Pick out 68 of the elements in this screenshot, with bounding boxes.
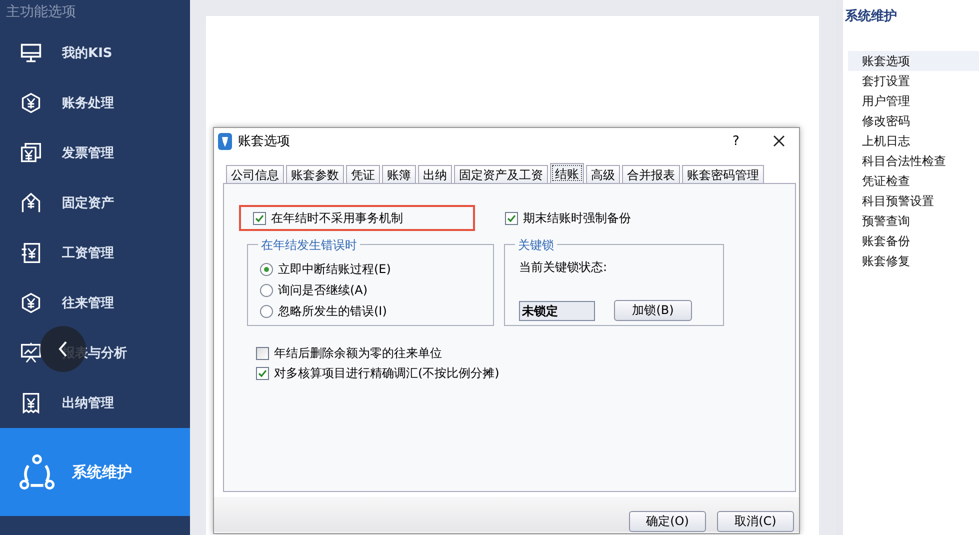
checkbox-label: 期末结账时强制备份 bbox=[523, 210, 631, 226]
radio-label: 询问是否继续(A) bbox=[278, 282, 368, 299]
menu-item[interactable]: 修改密码 bbox=[848, 111, 979, 131]
yen-house-icon bbox=[20, 192, 42, 214]
tab[interactable]: 合并报表 bbox=[622, 165, 680, 183]
group-title: 关键锁 bbox=[515, 237, 557, 254]
chart-board-icon bbox=[20, 342, 42, 364]
tab[interactable]: 公司信息 bbox=[226, 165, 284, 183]
status-field: 未锁定 bbox=[519, 300, 595, 320]
tab[interactable]: 高级 bbox=[586, 165, 620, 183]
close-icon bbox=[773, 135, 785, 147]
tab[interactable]: 账簿 bbox=[382, 165, 416, 183]
lock-button[interactable]: 加锁(B) bbox=[614, 300, 692, 321]
dialog-button[interactable]: 取消(C) bbox=[717, 511, 794, 532]
app-icon bbox=[218, 132, 232, 150]
check-icon bbox=[507, 214, 516, 222]
sidebar-item[interactable]: 系统维护 bbox=[0, 428, 190, 516]
radio-button[interactable] bbox=[260, 305, 273, 318]
yen-hexagon-icon bbox=[20, 92, 42, 114]
status-label: 当前关键锁状态: bbox=[519, 259, 608, 276]
menu-item[interactable]: 账套修复 bbox=[848, 251, 979, 271]
menu-item[interactable]: 上机日志 bbox=[848, 131, 979, 151]
menu-item[interactable]: 套打设置 bbox=[848, 71, 979, 91]
check-icon bbox=[258, 368, 267, 378]
radio-button[interactable] bbox=[260, 263, 273, 276]
yen-hexagon-icon bbox=[20, 292, 42, 314]
radio-button[interactable] bbox=[260, 284, 273, 297]
sidebar-item[interactable]: 出纳管理 bbox=[0, 378, 190, 428]
checkbox-label: 在年结时不采用事务机制 bbox=[271, 210, 403, 226]
menu-title: 系统维护 bbox=[844, 8, 898, 26]
tab[interactable]: 出纳 bbox=[418, 165, 452, 183]
checkbox-label: 年结后删除余额为零的往来单位 bbox=[274, 344, 442, 362]
menu-item[interactable]: 科目预警设置 bbox=[848, 191, 979, 211]
menu-item[interactable]: 账套备份 bbox=[848, 231, 979, 251]
radio-label: 立即中断结账过程(E) bbox=[278, 261, 391, 278]
checkbox[interactable] bbox=[256, 366, 269, 380]
tab[interactable]: 结账 bbox=[550, 163, 584, 183]
monitor-icon bbox=[20, 42, 42, 64]
help-button[interactable]: ? bbox=[719, 134, 753, 148]
group-title: 在年结发生错误时 bbox=[258, 237, 360, 254]
tab[interactable]: 固定资产及工资 bbox=[454, 165, 548, 183]
checkbox[interactable] bbox=[256, 346, 269, 360]
menu-item[interactable]: 账套选项 bbox=[848, 51, 979, 71]
checkbox[interactable] bbox=[253, 212, 266, 224]
yen-receipt-icon bbox=[20, 392, 42, 414]
yen-document-icon bbox=[20, 142, 42, 164]
yen-sheet-icon bbox=[20, 242, 42, 264]
tab[interactable]: 账套密码管理 bbox=[682, 165, 764, 183]
radio-label: 忽略所发生的错误(I) bbox=[278, 303, 387, 320]
dialog-title: 账套选项 bbox=[238, 133, 291, 150]
check-icon bbox=[255, 214, 264, 222]
sidebar-item[interactable]: 我的KIS bbox=[0, 28, 190, 78]
menu-item[interactable]: 科目合法性检查 bbox=[848, 151, 979, 171]
sidebar-item[interactable]: 发票管理 bbox=[0, 128, 190, 178]
tab[interactable]: 账套参数 bbox=[286, 165, 344, 183]
checkbox-label: 对多核算项目进行精确调汇(不按比例分摊) bbox=[274, 364, 500, 382]
sidebar-item[interactable]: 往来管理 bbox=[0, 278, 190, 328]
menu-item[interactable]: 预警查询 bbox=[848, 211, 979, 231]
sidebar-item[interactable]: 账务处理 bbox=[0, 78, 190, 128]
menu-item[interactable]: 用户管理 bbox=[848, 91, 979, 111]
checkbox[interactable] bbox=[505, 212, 518, 224]
network-icon bbox=[18, 453, 56, 491]
tab[interactable]: 凭证 bbox=[346, 165, 380, 183]
sidebar-header: 主功能选项 bbox=[5, 3, 77, 22]
menu-item[interactable]: 凭证检查 bbox=[848, 171, 979, 191]
sidebar-item[interactable]: 固定资产 bbox=[0, 178, 190, 228]
sidebar-item[interactable]: 工资管理 bbox=[0, 228, 190, 278]
dialog-button[interactable]: 确定(O) bbox=[629, 511, 706, 532]
